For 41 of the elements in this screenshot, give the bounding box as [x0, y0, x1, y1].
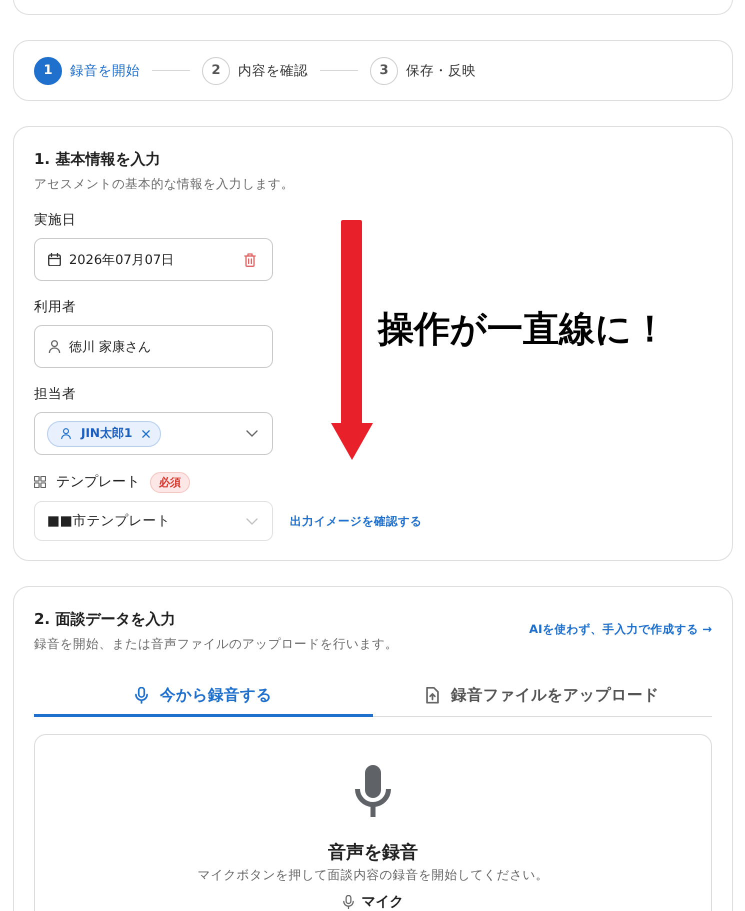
date-field[interactable]: 2026年07月07日 — [34, 238, 273, 281]
microphone-icon — [354, 765, 392, 817]
step-connector — [320, 70, 358, 71]
field-label: 利用者 — [34, 298, 77, 317]
step-label: 録音を開始 — [70, 62, 140, 80]
output-preview-link[interactable]: 出力イメージを確認する — [290, 514, 422, 528]
section-title: 1. 基本情報を入力 — [34, 149, 162, 170]
field-label: 実施日 — [34, 211, 77, 230]
annotation-text: 操作が一直線に！ — [378, 308, 668, 352]
assignee-field[interactable]: JIN太郎1 — [34, 412, 273, 455]
field-label: テンプレート — [56, 473, 140, 491]
person-icon — [61, 428, 71, 440]
step-number: 1 — [34, 56, 62, 84]
tab[interactable]: 録音ファイルをアップロード — [373, 677, 712, 717]
grid-icon — [34, 476, 46, 488]
step-label: 内容を確認 — [238, 62, 308, 80]
section-description: 録音を開始、または音声ファイルのアップロードを行います。 — [34, 635, 398, 653]
client-field[interactable]: 徳川 家康さん — [34, 325, 273, 368]
step-number: 2 — [202, 56, 230, 84]
person-icon — [48, 340, 61, 354]
tab[interactable]: 今から録音する — [34, 677, 373, 717]
field-label: 担当者 — [34, 385, 77, 404]
device-label: マイク — [362, 893, 404, 911]
required-badge: 必須 — [150, 472, 190, 492]
assignee-chip[interactable]: JIN太郎1 — [47, 420, 162, 446]
step-connector — [152, 70, 190, 71]
recorder-description: マイクボタンを押して面談内容の録音を開始してください。 — [198, 866, 548, 884]
recorder-title: 音声を録音 — [328, 841, 418, 865]
step-number: 3 — [370, 56, 398, 84]
chevron-down-icon[interactable] — [246, 430, 258, 437]
calendar-icon — [48, 252, 61, 266]
mic-icon — [135, 687, 148, 704]
section-description: アセスメントの基本的な情報を入力します。 — [34, 175, 295, 193]
manual-input-link[interactable]: AIを使わず、手入力で作成する → — [529, 622, 712, 636]
section-title: 2. 面談データを入力 — [34, 609, 176, 630]
file-upload-icon — [426, 687, 439, 704]
close-icon[interactable] — [142, 430, 150, 438]
trash-icon[interactable] — [244, 252, 256, 266]
template-select[interactable]: ■■市テンプレート — [34, 501, 273, 541]
mic-icon — [342, 895, 354, 909]
step-label: 保存・反映 — [406, 62, 476, 80]
